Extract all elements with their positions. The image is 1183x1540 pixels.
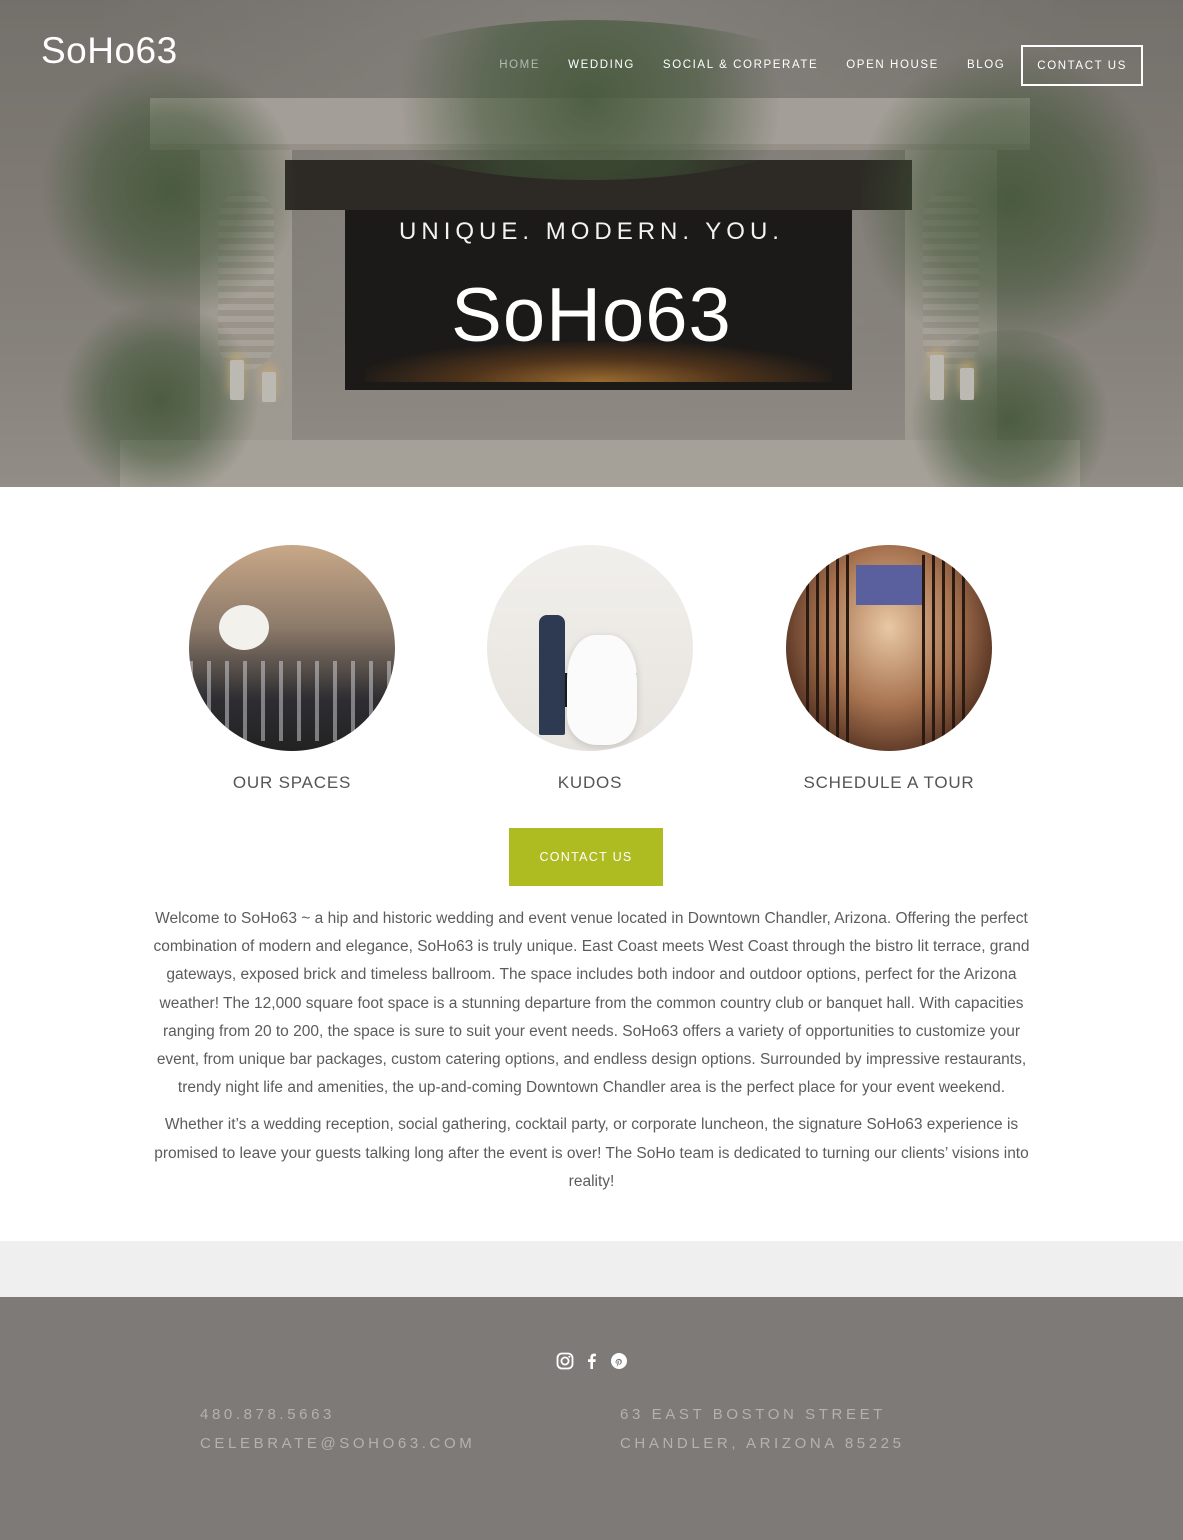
feature-label[interactable]: SCHEDULE A TOUR bbox=[786, 773, 992, 793]
hero-title: SoHo63 bbox=[451, 273, 732, 358]
schedule-tour-image[interactable] bbox=[786, 545, 992, 751]
social-links bbox=[0, 1352, 1183, 1370]
footer-address-line1: 63 EAST BOSTON STREET bbox=[620, 1406, 886, 1423]
footer-address: 63 EAST BOSTON STREET CHANDLER, ARIZONA … bbox=[620, 1400, 905, 1458]
site-logo[interactable]: SoHo63 bbox=[41, 30, 178, 72]
footer-email[interactable]: CELEBRATE@SOHO63.COM bbox=[200, 1429, 475, 1458]
facebook-icon[interactable] bbox=[583, 1352, 601, 1370]
our-spaces-image[interactable] bbox=[189, 545, 395, 751]
nav-wedding[interactable]: WEDDING bbox=[568, 59, 635, 71]
feature-label[interactable]: OUR SPACES bbox=[189, 773, 395, 793]
contact-us-button[interactable]: CONTACT US bbox=[509, 828, 663, 886]
section-divider bbox=[0, 1241, 1183, 1297]
nav-social-corporate[interactable]: SOCIAL & CORPERATE bbox=[663, 59, 818, 71]
nav-home[interactable]: HOME bbox=[499, 59, 540, 71]
kudos-image[interactable] bbox=[487, 545, 693, 751]
nav-contact-button[interactable]: CONTACT US bbox=[1021, 45, 1143, 86]
intro-paragraph: Whether it’s a wedding reception, social… bbox=[154, 1116, 1029, 1190]
feature-schedule-tour[interactable]: SCHEDULE A TOUR bbox=[786, 545, 992, 793]
instagram-icon[interactable] bbox=[556, 1352, 574, 1370]
main-nav: HOME WEDDING SOCIAL & CORPERATE OPEN HOU… bbox=[471, 44, 1143, 86]
hero-tagline: UNIQUE. MODERN. YOU. bbox=[399, 218, 784, 245]
footer-contact: 480.878.5663 CELEBRATE@SOHO63.COM bbox=[200, 1400, 475, 1458]
footer-address-line2: CHANDLER, ARIZONA 85225 bbox=[620, 1435, 905, 1452]
feature-kudos[interactable]: KUDOS bbox=[487, 545, 693, 793]
feature-label[interactable]: KUDOS bbox=[487, 773, 693, 793]
pinterest-icon[interactable] bbox=[610, 1352, 628, 1370]
intro-paragraph: Welcome to SoHo63 ~ a hip and historic w… bbox=[153, 910, 1030, 1097]
footer-phone[interactable]: 480.878.5663 bbox=[200, 1400, 475, 1429]
nav-blog[interactable]: BLOG bbox=[967, 59, 1005, 71]
intro-copy: Welcome to SoHo63 ~ a hip and historic w… bbox=[140, 905, 1043, 1196]
footer: 480.878.5663 CELEBRATE@SOHO63.COM 63 EAS… bbox=[0, 1297, 1183, 1540]
hero-banner: SoHo63 HOME WEDDING SOCIAL & CORPERATE O… bbox=[0, 0, 1183, 487]
feature-our-spaces[interactable]: OUR SPACES bbox=[189, 545, 395, 793]
nav-open-house[interactable]: OPEN HOUSE bbox=[846, 59, 939, 71]
